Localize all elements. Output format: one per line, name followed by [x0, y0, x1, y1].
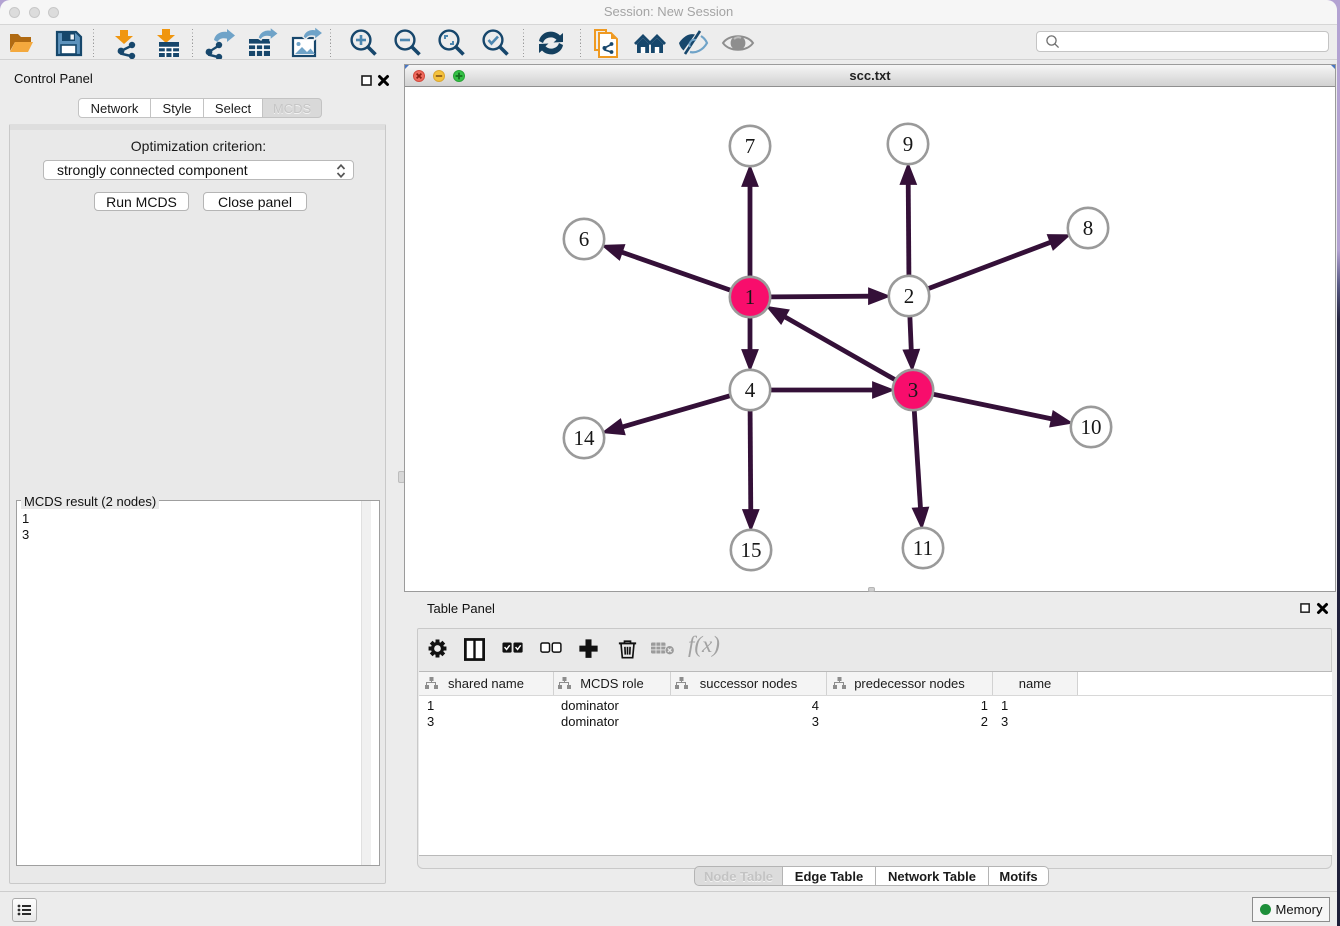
svg-text:8: 8: [1083, 216, 1094, 240]
svg-text:6: 6: [579, 227, 590, 251]
svg-text:3: 3: [908, 378, 919, 402]
svg-text:4: 4: [745, 378, 756, 402]
svg-text:10: 10: [1081, 415, 1102, 439]
svg-text:1: 1: [745, 285, 756, 309]
svg-text:14: 14: [574, 426, 596, 450]
svg-text:11: 11: [913, 536, 933, 560]
svg-text:7: 7: [745, 134, 756, 158]
svg-text:15: 15: [741, 538, 762, 562]
svg-text:9: 9: [903, 132, 914, 156]
svg-text:2: 2: [904, 284, 915, 308]
